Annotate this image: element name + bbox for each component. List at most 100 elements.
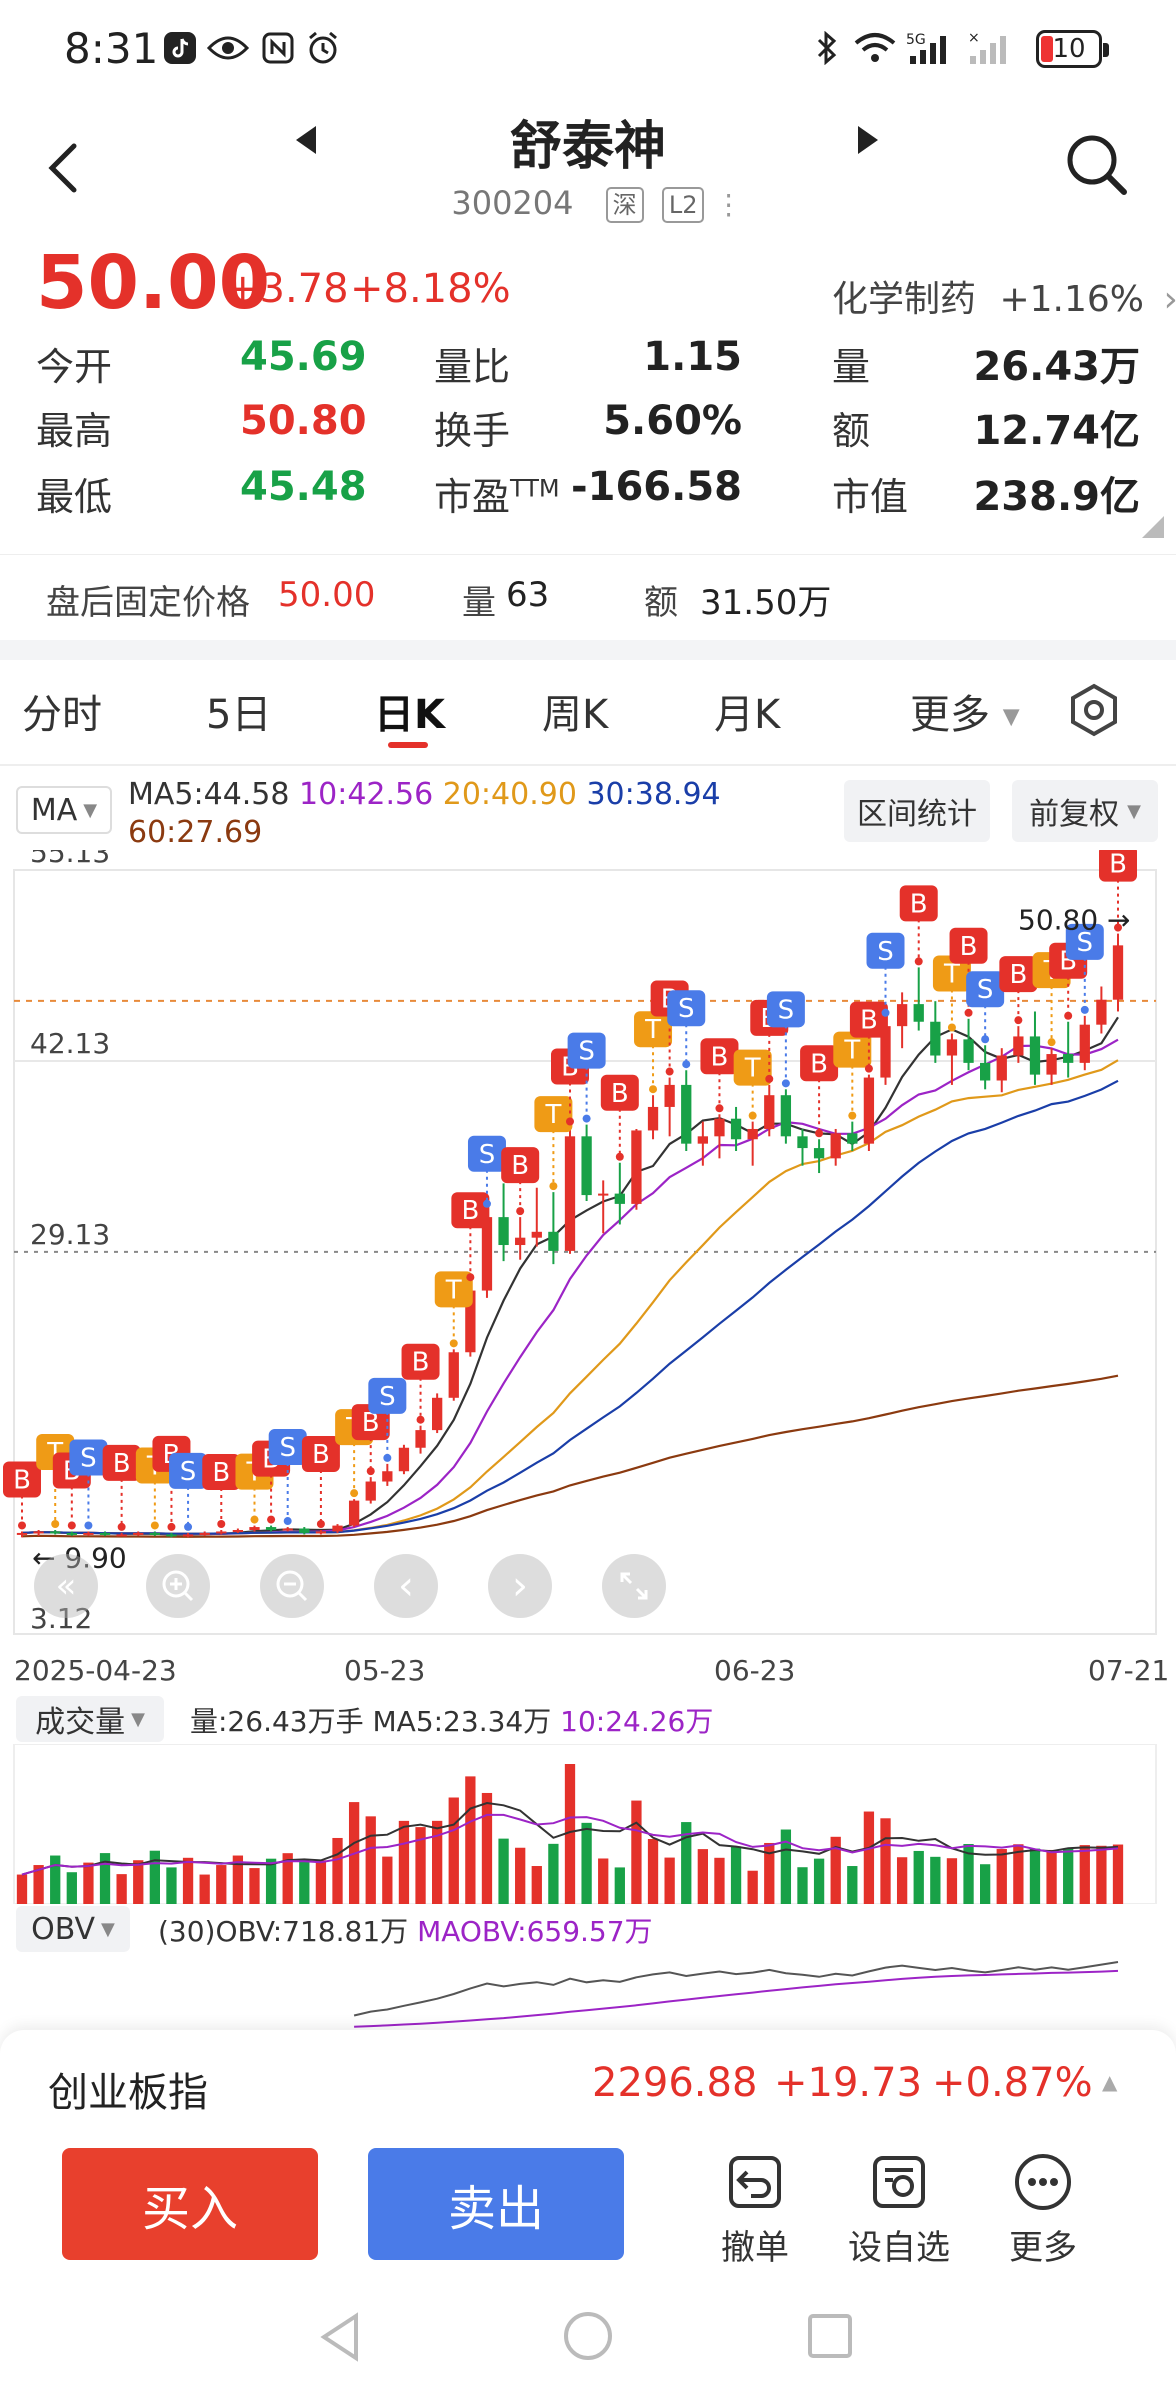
volume-bar <box>382 1856 393 1904</box>
candle-body <box>531 1231 542 1238</box>
volume-bar <box>515 1847 526 1904</box>
expand-corner-icon[interactable] <box>1142 516 1164 538</box>
signal-dot <box>964 1008 973 1017</box>
signal-dot <box>316 1519 325 1528</box>
sell-button[interactable]: 卖出 <box>368 2148 624 2260</box>
signal-marker-label: B <box>13 1465 31 1495</box>
volume-selector[interactable]: 成交量 ▼ <box>16 1696 164 1742</box>
expand-up-icon[interactable]: ▲ <box>1102 2070 1117 2094</box>
price-change-pct: +8.18% <box>350 266 511 312</box>
volume-bar <box>432 1820 443 1904</box>
index-name[interactable]: 创业板指 <box>48 2060 208 2118</box>
signal-dot <box>267 1515 276 1524</box>
fullscreen-icon[interactable] <box>602 1554 666 1618</box>
wifi-icon <box>852 28 898 68</box>
kline-chart[interactable]: 55.1342.1329.133.12BTBSBTBSBTBSBTBSBTBSB… <box>0 850 1176 1650</box>
after-hours-vol: 63 <box>506 575 550 615</box>
cancel-order-button[interactable]: 撤单 <box>690 2152 820 2269</box>
rewind-icon[interactable]: « <box>34 1554 98 1618</box>
volume-bar <box>614 1867 625 1904</box>
volume-chart[interactable] <box>0 1744 1176 1904</box>
alarm-icon <box>304 28 342 68</box>
zoom-out-icon[interactable] <box>260 1554 324 1618</box>
obv-line <box>353 1961 1119 2017</box>
maobv-line <box>354 1969 1119 2028</box>
tab-more[interactable]: 更多 ▼ <box>910 682 1020 740</box>
scroll-right-icon[interactable]: › <box>488 1554 552 1618</box>
cancel-order-label: 撤单 <box>721 2228 789 2268</box>
candle-body <box>216 1531 227 1534</box>
zoom-in-icon[interactable] <box>146 1554 210 1618</box>
tab-daily-k[interactable]: 日K <box>374 682 445 740</box>
next-stock-icon[interactable] <box>852 124 882 156</box>
price-adjust-button[interactable]: 前复权 ▼ <box>1012 780 1158 842</box>
obv-chart[interactable] <box>0 1956 1176 2036</box>
candle-body <box>830 1133 841 1159</box>
candle-body <box>631 1130 642 1204</box>
candle-body <box>747 1128 758 1140</box>
signal-dot <box>482 1199 491 1208</box>
tab-5day[interactable]: 5日 <box>206 682 271 740</box>
candle-body <box>99 1532 111 1535</box>
volume-bar <box>847 1866 858 1904</box>
signal-marker-label: B <box>1009 960 1027 990</box>
x-tick-0623: 06-23 <box>714 1654 796 1687</box>
signal-marker-label: S <box>80 1443 97 1473</box>
volume-bar <box>1029 1848 1041 1904</box>
buy-button[interactable]: 买入 <box>62 2148 318 2260</box>
candle-body <box>448 1352 459 1398</box>
ma-selector-label: MA <box>30 792 78 828</box>
volume-stats: 量:26.43万手 MA5:23.34万 10:24.26万 <box>190 1700 713 1740</box>
volume-bar <box>581 1822 592 1904</box>
more-dots-icon[interactable]: ⋮ <box>715 191 743 219</box>
sector-link[interactable]: 化学制药 +1.16% › <box>832 270 1176 322</box>
signal-marker-label: B <box>461 1196 479 1226</box>
caret-down-icon: ▼ <box>83 799 98 821</box>
stock-name: 舒泰神 <box>509 117 666 177</box>
nav-home-icon[interactable] <box>562 2310 614 2362</box>
after-hours-label: 盘后固定价格 <box>46 583 250 623</box>
signal-dot <box>765 1074 774 1083</box>
candle-body <box>66 1532 77 1535</box>
volume-bar <box>930 1856 941 1904</box>
signal-marker-label: S <box>180 1457 197 1487</box>
signal-dot <box>516 1207 525 1216</box>
candle-body <box>166 1534 177 1537</box>
index-change-pct: +0.87% <box>932 2060 1093 2106</box>
signal-dot <box>84 1521 93 1530</box>
volume-bar <box>116 1874 127 1904</box>
signal-dot <box>383 1453 392 1462</box>
ma10-value: 10:42.56 <box>299 777 434 812</box>
signal-marker-label: T <box>544 1100 561 1130</box>
candle-body <box>1112 945 1124 1000</box>
settings-hex-icon[interactable] <box>1066 682 1122 738</box>
caret-down-icon: ▼ <box>131 1708 145 1730</box>
more-actions-button[interactable]: 更多 <box>978 2152 1108 2269</box>
candle-body <box>348 1500 360 1526</box>
ma60-value: 60:27.69 <box>128 815 263 850</box>
nav-back-icon[interactable] <box>316 2310 366 2364</box>
candle-body <box>515 1237 526 1246</box>
volume-bar <box>465 1776 476 1904</box>
obv-selector[interactable]: OBV ▼ <box>16 1906 130 1952</box>
add-watchlist-button[interactable]: 设自选 <box>834 2152 964 2269</box>
eye-icon <box>206 28 250 68</box>
ma-selector[interactable]: MA ▼ <box>16 786 112 834</box>
signal-marker-label: B <box>412 1348 430 1378</box>
add-watchlist-label: 设自选 <box>848 2228 950 2268</box>
volume-bar <box>813 1858 825 1904</box>
tab-weekly-k[interactable]: 周K <box>542 682 608 740</box>
scroll-left-icon[interactable]: ‹ <box>374 1554 438 1618</box>
tab-intraday[interactable]: 分时 <box>22 682 102 740</box>
signal-dot <box>1080 1005 1089 1014</box>
nav-recents-icon[interactable] <box>806 2312 854 2360</box>
level2-tag: L2 <box>661 187 705 223</box>
volume-bar <box>747 1870 758 1904</box>
candle-body <box>365 1481 376 1501</box>
tab-monthly-k[interactable]: 月K <box>714 682 780 740</box>
volume-bar <box>299 1861 310 1904</box>
volume-bar <box>980 1864 991 1904</box>
signal-dot <box>582 1114 591 1123</box>
y-tick-label: 55.13 <box>30 850 110 869</box>
interval-stats-button[interactable]: 区间统计 <box>844 780 990 842</box>
